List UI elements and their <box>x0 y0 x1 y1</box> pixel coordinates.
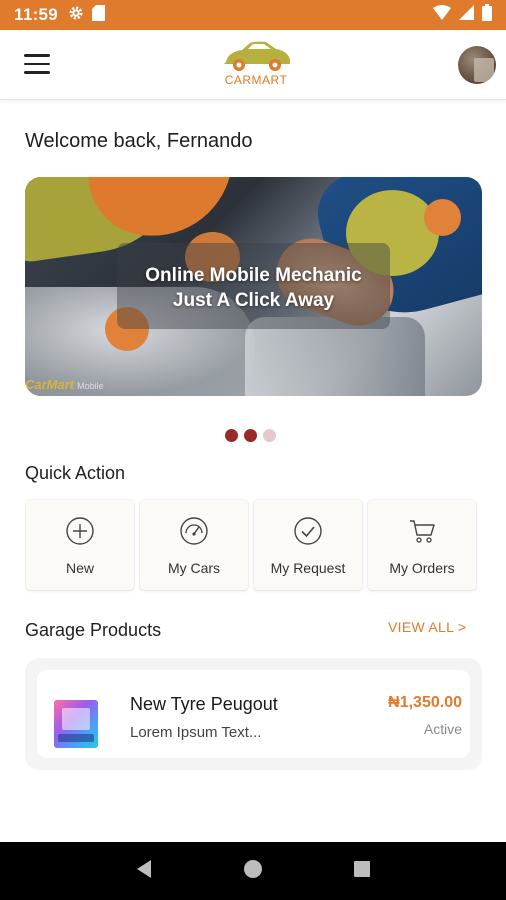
banner-brandmark: CarMart Mobile <box>25 377 104 392</box>
status-time: 11:59 <box>14 5 59 24</box>
carousel-indicators <box>225 429 276 442</box>
view-all-link[interactable]: VIEW ALL > <box>388 619 466 635</box>
banner-headline-line1: Online Mobile Mechanic <box>145 265 362 286</box>
quick-action-label: My Cars <box>167 560 221 576</box>
banner-brand-small: Mobile <box>77 381 104 391</box>
carousel-dot[interactable] <box>263 429 276 442</box>
sd-card-icon <box>92 4 106 26</box>
product-list: New Tyre Peugout Lorem Ipsum Text... ₦1,… <box>25 658 482 770</box>
quick-action-label: New <box>65 560 94 576</box>
back-icon[interactable] <box>133 858 155 885</box>
status-right-icons <box>433 4 492 26</box>
check-circle-icon <box>294 517 322 545</box>
quick-action-my-orders[interactable]: My Orders <box>368 500 476 590</box>
banner-headline: Online Mobile Mechanic Just A Click Away <box>117 263 390 313</box>
gear-icon <box>68 5 84 26</box>
quick-action-label: My Orders <box>389 560 455 576</box>
banner-decor-circle <box>424 199 461 236</box>
status-left-icons <box>68 4 106 26</box>
product-description: Lorem Ipsum Text... <box>130 724 262 741</box>
garage-products-title: Garage Products <box>25 620 162 640</box>
product-thumbnail <box>54 700 98 748</box>
car-logo-icon <box>224 41 290 71</box>
quick-action-new[interactable]: New <box>26 500 134 590</box>
product-price: ₦1,350.00 <box>388 694 462 711</box>
welcome-heading: Welcome back, Fernando <box>25 130 253 152</box>
system-nav-bar <box>0 842 506 900</box>
carousel-dot[interactable] <box>225 429 238 442</box>
signal-icon <box>459 5 474 25</box>
cart-icon <box>410 520 435 543</box>
quick-action-label: My Request <box>270 560 346 576</box>
plus-circle-icon <box>66 517 94 545</box>
app-bar: CARMART <box>0 30 506 100</box>
avatar[interactable] <box>458 46 496 84</box>
home-icon[interactable] <box>242 858 264 885</box>
quick-action-my-request[interactable]: My Request <box>254 500 362 590</box>
hamburger-menu-icon[interactable] <box>24 54 50 74</box>
product-card[interactable]: New Tyre Peugout Lorem Ipsum Text... ₦1,… <box>37 670 470 758</box>
banner-brand: CarMart <box>25 377 75 392</box>
wifi-icon <box>433 5 451 25</box>
recents-icon[interactable] <box>351 858 373 885</box>
product-status: Active <box>423 721 462 737</box>
quick-action-my-cars[interactable]: My Cars <box>140 500 248 590</box>
status-bar: 11:59 <box>0 0 506 30</box>
promo-banner[interactable]: Online Mobile Mechanic Just A Click Away… <box>25 177 482 396</box>
quick-action-title: Quick Action <box>25 463 126 483</box>
logo-text: CARMART <box>224 73 288 87</box>
carmart-logo: CARMART <box>218 40 294 92</box>
speedometer-icon <box>180 517 208 545</box>
carousel-dot[interactable] <box>244 429 257 442</box>
product-name: New Tyre Peugout <box>130 694 278 714</box>
banner-headline-line2: Just A Click Away <box>172 290 335 311</box>
battery-icon <box>482 4 492 26</box>
quick-action-row: New My Cars My Request My Orders <box>26 500 482 590</box>
